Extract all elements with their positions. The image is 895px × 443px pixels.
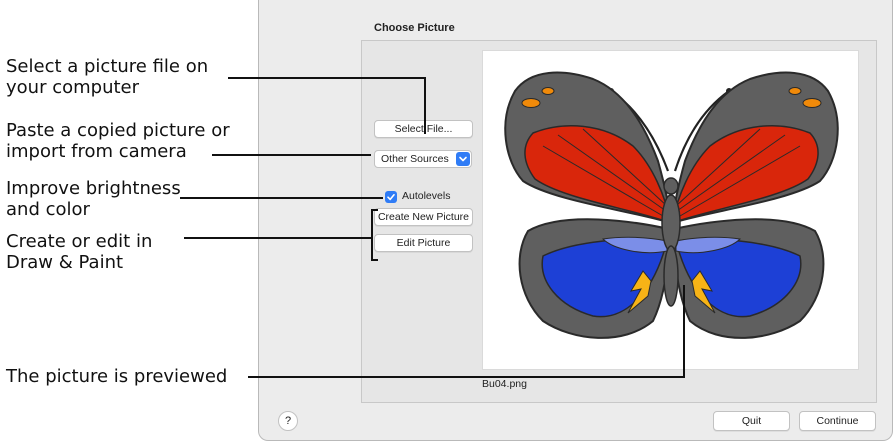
callout-preview: The picture is previewed [6,366,227,387]
callout-select-file-line1: Select a picture file on [6,56,209,77]
callout-paste: Paste a copied picture or import from ca… [6,120,230,162]
quit-button[interactable]: Quit [713,411,790,431]
leader-draw-bottom [371,259,378,261]
autolevels-checkbox[interactable] [385,191,397,203]
callout-paste-line1: Paste a copied picture or [6,120,230,141]
edit-picture-button[interactable]: Edit Picture [374,234,473,252]
leader-draw-v [371,209,373,261]
butterfly-image [504,71,839,339]
callout-brightness-line1: Improve brightness [6,178,181,199]
preview-filename: Bu04.png [482,378,527,390]
other-sources-dropdown[interactable]: Other Sources [374,150,472,168]
callout-brightness-line2: and color [6,199,90,220]
help-button[interactable]: ? [278,411,298,431]
callout-draw-paint: Create or edit in Draw & Paint [6,231,152,273]
leader-brightness-h [180,197,383,199]
create-new-picture-label: Create New Picture [377,211,470,223]
callout-brightness: Improve brightness and color [6,178,181,220]
callout-preview-text: The picture is previewed [6,366,228,387]
edit-picture-label: Edit Picture [396,237,451,249]
picture-preview [482,50,859,370]
callout-select-file: Select a picture file on your computer [6,56,208,98]
chevron-down-icon [456,152,470,166]
continue-label: Continue [816,415,859,427]
leader-paste-h [212,154,371,156]
leader-preview-v [683,285,685,378]
create-new-picture-button[interactable]: Create New Picture [374,208,473,226]
panel-title: Choose Picture [374,22,455,34]
quit-label: Quit [741,415,762,427]
autolevels-label: Autolevels [402,190,451,202]
other-sources-value: Other Sources [381,153,449,165]
leader-select-file-v [424,77,426,134]
leader-draw-h [184,237,373,239]
callout-draw-line2: Draw & Paint [6,252,124,273]
continue-button[interactable]: Continue [799,411,876,431]
callout-select-file-line2: your computer [6,77,140,98]
help-label: ? [284,415,292,427]
leader-draw-top [371,209,378,211]
checkmark-icon [387,193,395,201]
callout-draw-line1: Create or edit in [6,231,153,252]
callout-paste-line2: import from camera [6,141,187,162]
leader-select-file-h [228,77,426,79]
leader-preview-h [248,376,685,378]
